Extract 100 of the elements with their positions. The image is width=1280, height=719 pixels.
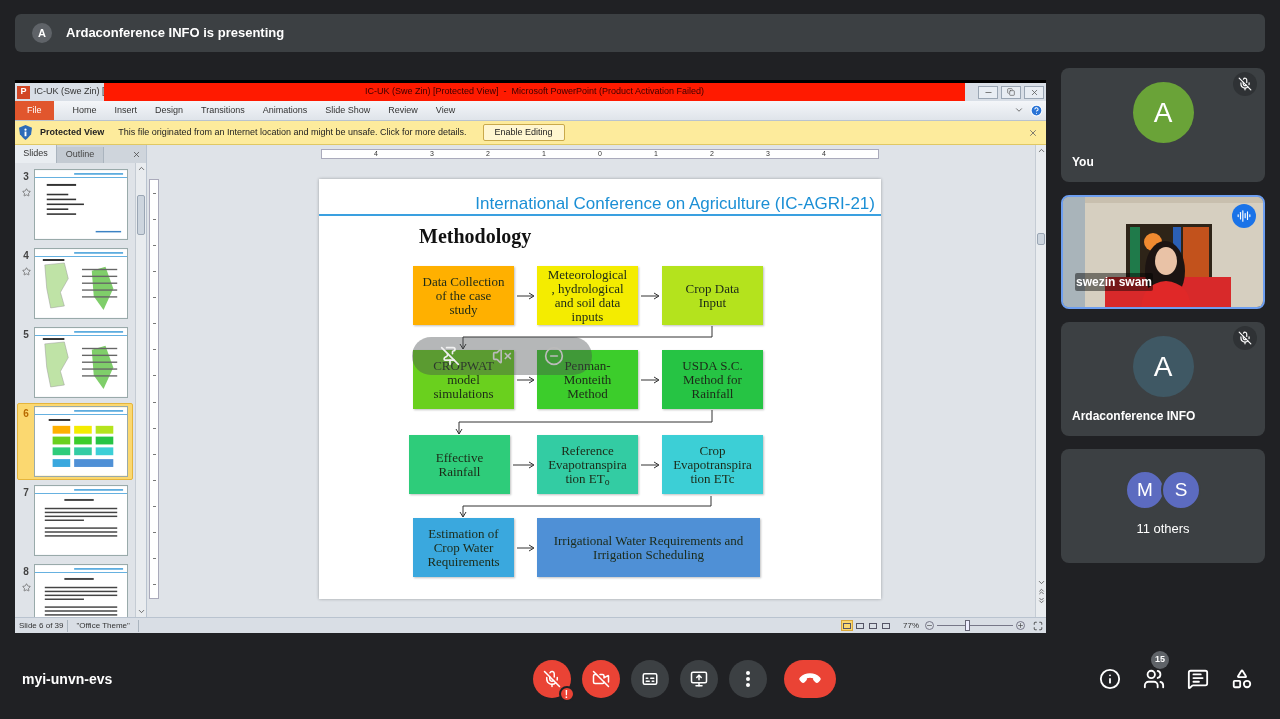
close-icon[interactable]	[132, 150, 141, 159]
slide-thumbnail[interactable]	[34, 327, 128, 398]
minimize-ribbon-icon[interactable]	[1014, 105, 1024, 115]
flowchart-box: USDA S.C. Method for Rainfall	[662, 350, 763, 409]
help-icon[interactable]	[1030, 104, 1043, 117]
chat-icon[interactable]	[1187, 668, 1209, 690]
view-button[interactable]	[880, 620, 892, 631]
window-title: IC-UK (Swe Zin) [	[34, 85, 104, 99]
avatar: A	[1132, 82, 1194, 143]
ribbon-tab[interactable]: Review	[379, 101, 427, 120]
protected-view-label: Protected View	[40, 125, 105, 139]
slide-number: 6	[23, 407, 29, 421]
captions-button[interactable]	[630, 660, 669, 698]
zoom-level[interactable]: 77%	[903, 619, 919, 632]
connector-arrow	[517, 544, 534, 552]
ribbon-tab[interactable]: Home	[63, 101, 106, 120]
close-button[interactable]	[1024, 85, 1044, 99]
restore-icon	[1007, 88, 1015, 96]
slide-thumbnail[interactable]	[34, 485, 128, 556]
camera-off-icon	[591, 670, 610, 688]
ribbon-tab[interactable]: Insert	[105, 101, 147, 120]
slide-thumbnail[interactable]	[34, 564, 128, 617]
avatar: A	[32, 23, 52, 43]
close-icon	[1029, 87, 1039, 97]
participant-tile[interactable]: M S 11 others	[1061, 449, 1265, 563]
avatar: A	[1132, 336, 1194, 397]
app-icon: P	[17, 85, 30, 99]
fit-to-window-icon[interactable]	[1033, 620, 1043, 631]
ribbon-tab[interactable]: View	[426, 101, 465, 120]
avatar: M	[1125, 470, 1165, 510]
slide-thumbnail[interactable]	[34, 169, 128, 240]
slide-thumbnail-row[interactable]: 3	[17, 166, 133, 243]
present-screen-icon	[689, 670, 708, 688]
scroll-thumb[interactable]	[137, 195, 145, 235]
scroll-down-icon[interactable]	[136, 607, 146, 616]
slide-number: 5	[23, 328, 29, 342]
microphone-button[interactable]: !	[532, 660, 571, 698]
view-button[interactable]	[867, 620, 879, 631]
ribbon-tab[interactable]: Transitions	[192, 101, 254, 120]
slide-thumbnail-row[interactable]: 8	[17, 561, 133, 617]
scroll-down-icon[interactable]	[1036, 578, 1046, 587]
ribbon-tab[interactable]: Design	[146, 101, 193, 120]
enable-editing-button[interactable]: Enable Editing	[482, 124, 565, 141]
scroll-thumb[interactable]	[1037, 233, 1045, 245]
protected-view-message[interactable]: This file originated from an Internet location and might be unsafe. Click for more details.	[118, 125, 467, 140]
slide-thumbnail-row[interactable]: 5	[17, 324, 133, 401]
slider-thumb[interactable]	[965, 620, 971, 631]
camera-button[interactable]	[581, 660, 620, 698]
connector-arrow	[513, 461, 534, 469]
more-options-button[interactable]	[728, 660, 767, 698]
slide-count: Slide 6 of 39	[15, 619, 69, 632]
flowchart-box: Effective Rainfall	[409, 435, 510, 494]
flowchart-box: CROPWAT model simulations	[413, 350, 514, 409]
info-icon[interactable]	[1099, 668, 1121, 690]
slide-number: 4	[23, 249, 29, 263]
connector-arrow	[641, 292, 659, 300]
slide-header: International Conference on Agriculture (IC-AGRI-21)	[475, 193, 875, 215]
shield-info-icon	[19, 125, 32, 140]
participant-name: You	[1072, 154, 1094, 171]
next-slide-icon[interactable]	[1036, 596, 1046, 605]
participant-count-badge: 15	[1151, 651, 1169, 669]
flowchart-box: Irrigational Water Requirements and Irrigation Scheduling	[537, 518, 760, 577]
flowchart-box: Meteorological , hydrological and soil data inputs	[537, 266, 638, 325]
people-icon[interactable]	[1143, 668, 1165, 690]
slide-thumbnail[interactable]	[34, 248, 128, 319]
more-icon	[745, 671, 750, 687]
close-icon[interactable]	[1028, 127, 1038, 138]
scroll-up-icon[interactable]	[136, 164, 146, 173]
slide-number: 3	[23, 170, 29, 184]
panel-tab[interactable]: Outline	[57, 147, 104, 163]
slide-thumbnail-row[interactable]: 7	[17, 482, 133, 559]
zoom-slider[interactable]	[935, 620, 1015, 631]
presenting-text: Ardaconference INFO is presenting	[66, 24, 285, 43]
activities-icon[interactable]	[1231, 668, 1253, 690]
ribbon-tab[interactable]: Slide Show	[316, 101, 380, 120]
connector-arrow	[517, 292, 534, 300]
previous-slide-icon[interactable]	[1036, 587, 1046, 596]
zoom-in-icon[interactable]	[1016, 621, 1025, 630]
flowchart-box: Data Collection of the case study	[413, 266, 514, 325]
restore-button[interactable]	[1001, 85, 1021, 99]
window-title: IC-UK (Swe Zin) [Protected View] - Microsoft PowerPoint (Product Activation Failed)	[365, 85, 704, 99]
scrollbar[interactable]	[135, 163, 146, 617]
participant-name: Ardaconference INFO	[1072, 408, 1196, 425]
end-call-button[interactable]	[783, 660, 836, 698]
slide-thumbnail[interactable]	[34, 406, 128, 477]
present-button[interactable]	[679, 660, 718, 698]
flowchart-box: Crop Data Input	[662, 266, 763, 325]
view-button[interactable]	[841, 620, 853, 631]
alert-badge: !	[558, 686, 575, 702]
theme-name: "Office Theme"	[68, 619, 139, 632]
panel-tab[interactable]: Slides	[15, 145, 57, 163]
scrollbar[interactable]	[1035, 145, 1046, 617]
ribbon-tab[interactable]: File	[15, 101, 54, 120]
ribbon-tab[interactable]: Animations	[253, 101, 317, 120]
slide-number: 7	[23, 486, 29, 500]
scroll-up-icon[interactable]	[1036, 146, 1046, 155]
slide-thumbnail-row[interactable]: 4	[17, 245, 133, 322]
connector-arrow	[517, 376, 534, 384]
flowchart-box: Crop Evapotranspira tion ETc	[662, 435, 763, 494]
view-button[interactable]	[854, 620, 866, 631]
